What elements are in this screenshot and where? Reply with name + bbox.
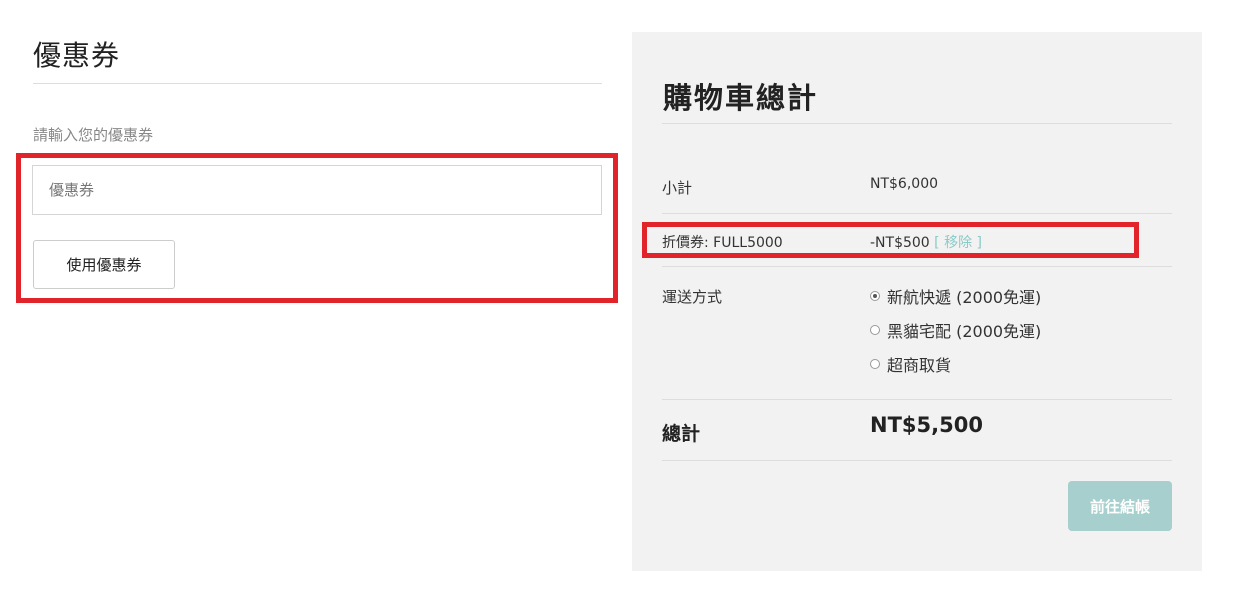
subtotal-value: NT$6,000 — [870, 176, 939, 192]
shipping-label: 運送方式 — [662, 288, 723, 306]
cart-totals-panel: 購物車總計 小計 NT$6,000 折價券: FULL5000 -NT$500 … — [632, 32, 1202, 571]
coupon-input[interactable] — [32, 165, 602, 215]
total-value: NT$5,500 — [870, 413, 983, 437]
remove-coupon-link[interactable]: [ 移除 ] — [934, 235, 982, 251]
shipping-option-label: 黑貓宅配 (2000免運) — [887, 322, 1042, 341]
cart-divider — [662, 213, 1172, 214]
cart-totals-title: 購物車總計 — [663, 81, 819, 115]
cart-divider — [662, 399, 1172, 400]
cart-divider — [662, 123, 1172, 124]
discount-value: -NT$500 — [870, 235, 930, 251]
shipping-option-label: 超商取貨 — [887, 356, 952, 375]
apply-coupon-button[interactable]: 使用優惠券 — [33, 240, 175, 289]
checkout-button[interactable]: 前往結帳 — [1068, 481, 1172, 531]
shipping-option-label: 新航快遞 (2000免運) — [887, 288, 1042, 307]
subtotal-label: 小計 — [662, 179, 693, 197]
total-label: 總計 — [662, 423, 701, 445]
cart-divider — [662, 460, 1172, 461]
radio-unselected-icon[interactable] — [870, 325, 880, 335]
coupon-label: 請輸入您的優惠券 — [33, 126, 154, 144]
shipping-option-express[interactable]: 新航快遞 (2000免運) — [870, 284, 1041, 308]
radio-selected-icon[interactable] — [870, 291, 880, 301]
cart-divider — [662, 266, 1172, 267]
shipping-option-store-pickup[interactable]: 超商取貨 — [870, 352, 951, 376]
discount-row-value: -NT$500 [ 移除 ] — [870, 232, 982, 252]
coupon-divider — [33, 83, 602, 84]
shipping-option-blackcat[interactable]: 黑貓宅配 (2000免運) — [870, 318, 1041, 342]
radio-unselected-icon[interactable] — [870, 359, 880, 369]
discount-label: 折價券: FULL5000 — [662, 235, 783, 251]
coupon-section-title: 優惠券 — [33, 39, 121, 72]
